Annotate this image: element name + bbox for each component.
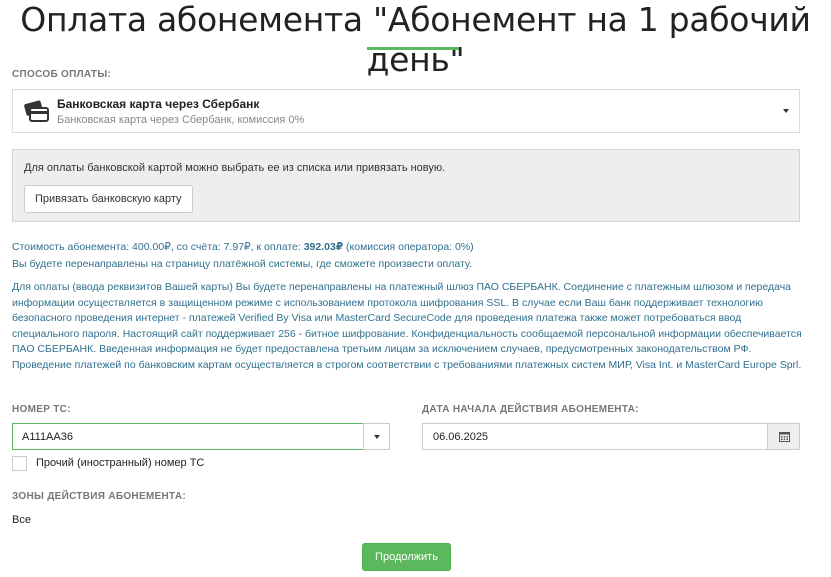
chevron-down-icon (374, 435, 380, 439)
zones-label: ЗОНЫ ДЕЙСТВИЯ АБОНЕМЕНТА: (12, 491, 186, 502)
title-underline (367, 47, 459, 50)
foreign-number-label[interactable]: Прочий (иностранный) номер ТС (36, 457, 204, 469)
calendar-button[interactable] (767, 423, 800, 450)
zones-value: Все (12, 514, 31, 526)
continue-button[interactable]: Продолжить (362, 543, 451, 571)
payment-method-name: Банковская карта через Сбербанк (57, 97, 260, 111)
bind-card-button[interactable]: Привязать банковскую карту (24, 185, 193, 213)
redirect-notice: Вы будете перенаправлены на страницу пла… (12, 258, 473, 270)
payment-summary: Стоимость абонемента: 400.00₽, со счёта:… (12, 241, 474, 253)
security-notice: Для оплаты (ввода реквизитов Вашей карты… (12, 281, 802, 371)
page-title: Оплата абонемента "Абонемент на 1 рабочи… (20, 0, 811, 79)
credit-card-icon (24, 100, 49, 122)
start-date-input[interactable] (422, 423, 768, 450)
summary-prefix: Стоимость абонемента: 400.00₽, со счёта:… (12, 241, 304, 253)
vehicle-number-input[interactable] (12, 423, 364, 450)
foreign-number-checkbox[interactable] (12, 456, 27, 471)
saved-cards-hint: Для оплаты банковской картой можно выбра… (24, 162, 446, 174)
start-date-group (422, 423, 800, 451)
summary-amount: 392.03₽ (303, 241, 344, 253)
vehicle-number-group (12, 423, 390, 451)
saved-cards-panel: Для оплаты банковской картой можно выбра… (12, 149, 800, 222)
payment-method-description: Банковская карта через Сбербанк, комисси… (57, 114, 305, 126)
payment-method-label: СПОСОБ ОПЛАТЫ: (12, 69, 112, 80)
vehicle-number-dropdown[interactable] (363, 423, 390, 450)
vehicle-number-label: НОМЕР ТС: (12, 404, 71, 415)
payment-method-select[interactable]: Банковская карта через Сбербанк Банковск… (12, 89, 800, 133)
summary-suffix: (комиссия оператора: 0%) (343, 241, 474, 253)
chevron-down-icon (783, 109, 789, 113)
start-date-label: ДАТА НАЧАЛА ДЕЙСТВИЯ АБОНЕМЕНТА: (422, 404, 639, 415)
calendar-icon (779, 432, 790, 442)
